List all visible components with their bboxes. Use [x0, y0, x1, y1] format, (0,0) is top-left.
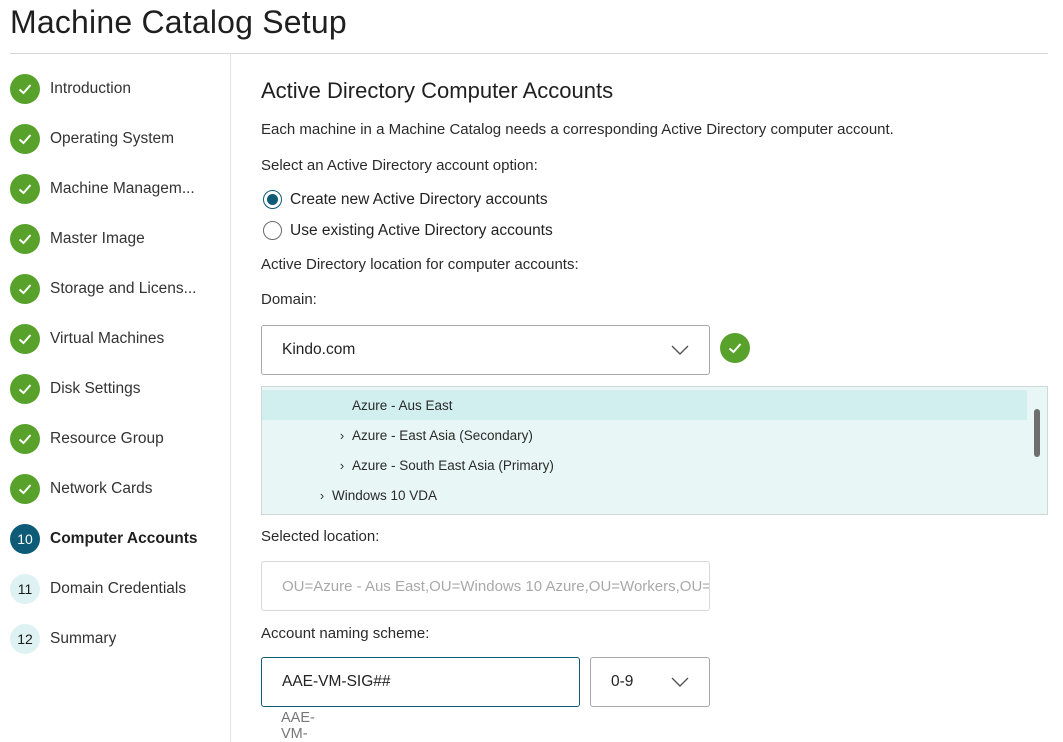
tree-item-label: Azure - Aus East	[352, 397, 453, 413]
location-prompt: Active Directory location for computer a…	[261, 256, 579, 273]
ou-tree: Azure - Aus East › Azure - East Asia (Se…	[261, 386, 1048, 515]
radio-use-existing-accounts[interactable]: Use existing Active Directory accounts	[263, 221, 553, 240]
page-title: Machine Catalog Setup	[10, 4, 347, 40]
step-label: Operating System	[50, 130, 175, 147]
checkmark-icon	[10, 474, 40, 504]
step-machine-management[interactable]: Machine Managem...	[10, 173, 225, 205]
step-operating-system[interactable]: Operating System	[10, 123, 225, 155]
step-label: Virtual Machines	[50, 330, 165, 347]
section-description: Each machine in a Machine Catalog needs …	[261, 121, 894, 138]
checkmark-icon	[10, 424, 40, 454]
step-label: Storage and Licens...	[50, 280, 197, 297]
checkmark-icon	[10, 324, 40, 354]
tree-scrollbar-thumb[interactable]	[1034, 409, 1040, 457]
chevron-down-icon	[671, 677, 689, 687]
step-number-badge: 12	[10, 624, 40, 654]
step-label: Introduction	[50, 80, 131, 97]
step-disk-settings[interactable]: Disk Settings	[10, 373, 225, 405]
chevron-right-icon[interactable]: ›	[337, 458, 347, 473]
selected-location-label: Selected location:	[261, 528, 380, 545]
step-resource-group[interactable]: Resource Group	[10, 423, 225, 455]
tree-item-label: Windows 10 VDA	[332, 487, 438, 503]
step-label: Machine Managem...	[50, 180, 195, 197]
domain-dropdown[interactable]: Kindo.com	[261, 325, 710, 375]
step-label: Master Image	[50, 230, 145, 247]
naming-scheme-value: AAE-VM-SIG##	[282, 673, 391, 690]
tree-item-label: Azure - South East Asia (Primary)	[352, 457, 554, 473]
step-summary[interactable]: 12 Summary	[10, 623, 225, 655]
checkmark-icon	[10, 224, 40, 254]
step-label: Summary	[50, 630, 117, 647]
step-label: Domain Credentials	[50, 580, 187, 597]
chevron-right-icon[interactable]: ›	[317, 488, 327, 503]
domain-label: Domain:	[261, 291, 317, 308]
tree-item-windows-10-vda[interactable]: › Windows 10 VDA	[262, 480, 1027, 510]
step-label: Resource Group	[50, 430, 164, 447]
naming-preview: AAE-VM-SIG01	[281, 710, 315, 742]
step-network-cards[interactable]: Network Cards	[10, 473, 225, 505]
chevron-right-icon[interactable]: ›	[337, 428, 347, 443]
radio-create-new-accounts[interactable]: Create new Active Directory accounts	[263, 190, 548, 209]
naming-type-value: 0-9	[611, 673, 634, 690]
checkmark-icon	[10, 74, 40, 104]
radio-dot	[267, 194, 278, 205]
checkmark-icon	[720, 333, 750, 363]
tree-item-azure-east-asia[interactable]: › Azure - East Asia (Secondary)	[262, 420, 1027, 450]
sidebar-divider	[230, 54, 231, 742]
section-heading: Active Directory Computer Accounts	[261, 78, 614, 103]
checkmark-icon	[10, 174, 40, 204]
selected-location-value: OU=Azure - Aus East,OU=Windows 10 Azure,…	[282, 577, 710, 595]
step-label: Disk Settings	[50, 380, 141, 397]
selected-location-field: OU=Azure - Aus East,OU=Windows 10 Azure,…	[261, 561, 710, 611]
naming-scheme-label: Account naming scheme:	[261, 625, 430, 642]
step-master-image[interactable]: Master Image	[10, 223, 225, 255]
step-virtual-machines[interactable]: Virtual Machines	[10, 323, 225, 355]
step-computer-accounts[interactable]: 10 Computer Accounts	[10, 523, 225, 555]
radio-circle	[263, 190, 282, 209]
naming-scheme-input[interactable]: AAE-VM-SIG##	[261, 657, 580, 707]
domain-value: Kindo.com	[282, 341, 356, 358]
naming-type-dropdown[interactable]: 0-9	[590, 657, 710, 707]
checkmark-icon	[10, 124, 40, 154]
checkmark-icon	[10, 274, 40, 304]
step-domain-credentials[interactable]: 11 Domain Credentials	[10, 573, 225, 605]
chevron-down-icon	[671, 345, 689, 355]
tree-item-azure-aus-east[interactable]: Azure - Aus East	[262, 390, 1027, 420]
radio-label: Use existing Active Directory accounts	[290, 221, 553, 239]
radio-circle	[263, 221, 282, 240]
title-divider	[10, 53, 1048, 54]
tree-item-label: Azure - East Asia (Secondary)	[352, 427, 533, 443]
step-label: Computer Accounts	[50, 530, 198, 547]
step-number-badge: 11	[10, 574, 40, 604]
account-option-prompt: Select an Active Directory account optio…	[261, 157, 538, 174]
step-introduction[interactable]: Introduction	[10, 73, 225, 105]
tree-item-azure-south-east-asia[interactable]: › Azure - South East Asia (Primary)	[262, 450, 1027, 480]
step-storage-and-license[interactable]: Storage and Licens...	[10, 273, 225, 305]
step-number-badge: 10	[10, 524, 40, 554]
checkmark-icon	[10, 374, 40, 404]
step-label: Network Cards	[50, 480, 153, 497]
radio-label: Create new Active Directory accounts	[290, 190, 548, 208]
